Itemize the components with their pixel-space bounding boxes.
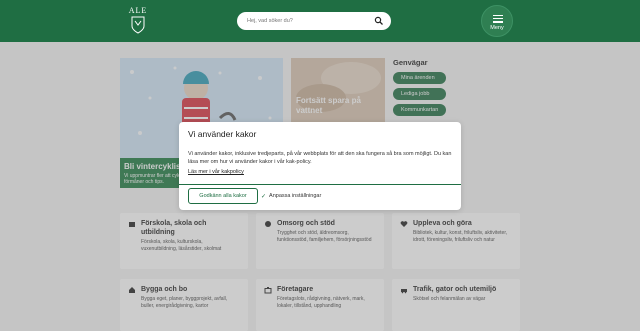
adjust-settings-button[interactable]: ✓ Anpassa inställningar [261, 191, 321, 201]
cookie-policy-link[interactable]: Läs mer i vår kakpolicy [188, 169, 244, 175]
menu-label: Meny [490, 25, 504, 31]
cookie-dialog-body: Vi använder kakor, inklusive tredjeparts… [188, 151, 452, 165]
site-header: ALE Meny [0, 0, 640, 42]
search-input[interactable] [247, 15, 367, 27]
menu-button[interactable]: Meny [481, 5, 513, 37]
search-bar[interactable] [237, 12, 391, 30]
cookie-dialog-divider [179, 184, 461, 185]
adjust-settings-label: Anpassa inställningar [269, 193, 322, 199]
check-icon: ✓ [261, 193, 267, 200]
logo-text: ALE [128, 6, 148, 15]
hamburger-icon [493, 15, 503, 23]
ale-logo[interactable]: ALE [126, 6, 150, 36]
cookie-consent-dialog: Vi använder kakor Vi använder kakor, ink… [179, 122, 461, 210]
search-icon[interactable] [374, 16, 384, 26]
coat-of-arms-icon [131, 16, 145, 34]
cookie-dialog-title: Vi använder kakor [188, 129, 257, 139]
accept-all-cookies-button[interactable]: Godkänn alla kakor [188, 188, 258, 204]
